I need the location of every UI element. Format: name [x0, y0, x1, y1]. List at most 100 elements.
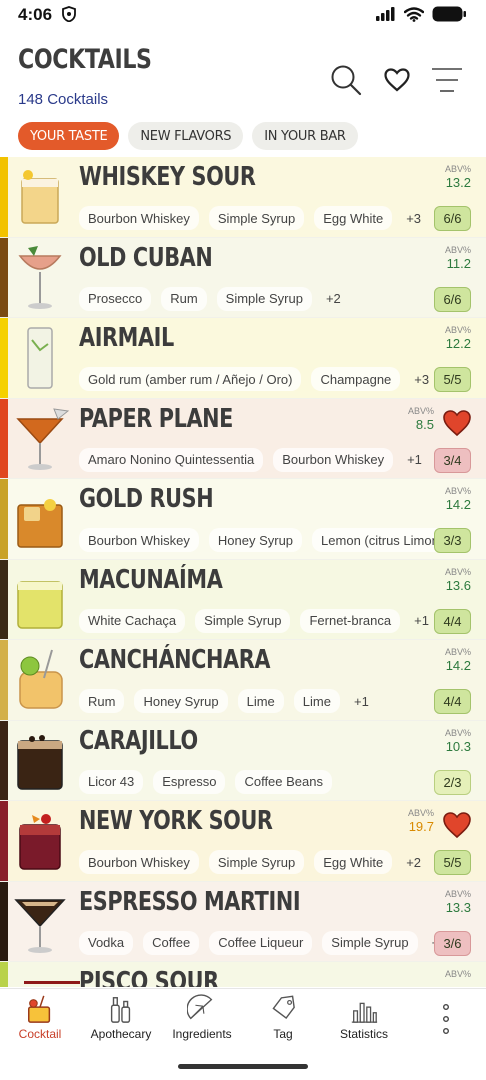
ingredient-tag[interactable]: Vodka [79, 930, 134, 955]
abv-label: ABV% [444, 888, 471, 899]
ingredient-tag[interactable]: Coffee [143, 930, 200, 955]
more-options-icon[interactable] [436, 1003, 456, 1037]
cocktail-name[interactable]: OLD CUBAN [79, 243, 213, 273]
cocktail-icon [28, 995, 51, 1023]
nav-tab-cocktail[interactable]: Cocktail [0, 989, 80, 1051]
abv-block: ABV% 19.7 [408, 808, 434, 834]
more-ingredients-count[interactable]: +3 [402, 206, 425, 230]
favorites-heart-icon[interactable] [384, 68, 410, 92]
abv-block: ABV% 14.2 [445, 647, 471, 673]
cocktail-list[interactable]: WHISKEY SOUR ABV% 13.2 Bourbon Whiskey Simpl… [0, 157, 486, 987]
ingredient-tag[interactable]: Amaro Nonino Quintessentia [79, 447, 264, 472]
more-ingredients-count[interactable]: +2 [322, 287, 345, 311]
cocktail-row[interactable]: CARAJILLO ABV% 10.3 Licor 43 Espresso Coffee … [0, 720, 486, 801]
category-color-band [0, 479, 8, 559]
ingredient-list: Licor 43 Espresso Coffee Beans [79, 769, 332, 794]
cocktail-image [10, 644, 70, 716]
cocktail-row[interactable]: AIRMAIL ABV% 12.2 Gold rum (amber rum / Añe… [0, 318, 486, 399]
cocktail-name[interactable]: AIRMAIL [79, 323, 174, 353]
favorite-heart-icon[interactable] [442, 409, 472, 437]
filter-chip-your-taste[interactable]: YOUR TASTE [18, 122, 120, 150]
cocktail-row[interactable]: GOLD RUSH ABV% 14.2 Bourbon Whiskey Honey Sy… [0, 479, 486, 560]
ingredient-tag[interactable]: Simple Syrup [195, 608, 291, 633]
ingredient-tag[interactable]: Coffee Liqueur [209, 930, 313, 955]
ingredient-tag[interactable]: Licor 43 [79, 769, 144, 794]
favorite-heart-icon[interactable] [442, 811, 472, 839]
cocktail-row[interactable]: OLD CUBAN ABV% 11.2 Prosecco Rum Simple Syrup… [0, 237, 486, 318]
ingredient-tag[interactable]: Lemon (citrus Limon) [312, 528, 453, 552]
more-ingredients-count[interactable]: +1 [410, 609, 433, 633]
header: COCKTAILS 148 Cocktails [0, 40, 486, 120]
cocktail-row[interactable]: ESPRESSO MARTINI ABV% 13.3 Vodka Coffee Coffe… [0, 881, 486, 962]
abv-value: 8.5 [415, 416, 434, 432]
nav-tab-tag[interactable]: Tag [243, 989, 323, 1051]
ingredient-tag[interactable]: Champagne [311, 367, 401, 391]
cocktail-row[interactable]: PAPER PLANE ABV% 8.5 Amaro Nonino Quintesse… [0, 398, 486, 479]
cocktail-row[interactable]: MACUNAÍMA ABV% 13.6 White Cachaça Simple Syr… [0, 559, 486, 640]
cocktail-image [10, 725, 70, 797]
ingredient-tag[interactable]: Lime [293, 689, 340, 713]
ingredient-tag[interactable]: Bourbon Whiskey [273, 447, 394, 472]
ingredient-tag[interactable]: Egg White [314, 850, 393, 874]
ingredient-tag[interactable]: Espresso [153, 769, 226, 794]
category-color-band [0, 962, 8, 987]
ingredient-tag[interactable]: Simple Syrup [216, 286, 312, 311]
cocktail-name[interactable]: CARAJILLO [79, 726, 198, 756]
cocktail-row[interactable]: NEW YORK SOUR ABV% 19.7 Bourbon Whiskey Simp… [0, 801, 486, 882]
cocktail-name[interactable]: PAPER PLANE [79, 404, 233, 434]
abv-block: ABV% 13.3 [445, 889, 471, 915]
abv-value: 13.6 [445, 577, 471, 593]
ingredient-tag[interactable]: Prosecco [79, 286, 152, 311]
abv-value: 13.2 [445, 175, 471, 190]
more-ingredients-count[interactable]: +1 [350, 689, 373, 713]
search-icon[interactable] [330, 64, 362, 96]
ingredient-tag[interactable]: Honey Syrup [134, 689, 228, 713]
nav-tab-statistics[interactable]: Statistics [324, 989, 404, 1051]
abv-value: 13.3 [445, 899, 471, 915]
ingredient-tag[interactable]: Simple Syrup [322, 930, 418, 955]
more-ingredients-count[interactable]: +2 [402, 850, 425, 874]
more-ingredients-count[interactable]: +3 [410, 367, 433, 391]
category-color-band [0, 398, 8, 478]
cocktail-name[interactable]: ESPRESSO MARTINI [79, 887, 301, 917]
ingredient-tag[interactable]: Fernet-branca [300, 608, 401, 633]
abv-label: ABV% [444, 647, 471, 657]
cocktail-image [10, 242, 70, 314]
category-color-band [0, 720, 8, 800]
filter-sort-icon[interactable] [432, 67, 462, 93]
ingredient-tag[interactable]: Simple Syrup [208, 206, 305, 230]
cocktail-name[interactable]: PISCO SOUR [79, 967, 219, 987]
cocktail-image [10, 886, 70, 958]
cocktail-name[interactable]: GOLD RUSH [79, 484, 214, 514]
nav-tab-ingredients[interactable]: Ingredients [162, 989, 242, 1051]
battery-icon [432, 6, 466, 22]
ingredient-tag[interactable]: White Cachaça [79, 608, 186, 633]
ingredient-tag[interactable]: Bourbon Whiskey [79, 850, 199, 874]
abv-value: 14.2 [445, 497, 471, 512]
cocktail-name[interactable]: CANCHÁNCHARA [79, 645, 270, 675]
cocktail-row[interactable]: CANCHÁNCHARA ABV% 14.2 Rum Honey Syrup Lime Li… [0, 640, 486, 721]
ingredient-tag[interactable]: Egg White [314, 206, 393, 230]
ingredient-tag[interactable]: Rum [79, 689, 125, 713]
cocktail-row[interactable]: WHISKEY SOUR ABV% 13.2 Bourbon Whiskey Simpl… [0, 157, 486, 238]
ingredient-list: VodkaCoffeeCoffee LiqueurSimple Syrup+2 [79, 930, 450, 955]
ingredient-tag[interactable]: Honey Syrup [208, 528, 303, 552]
ingredient-tag[interactable]: Simple Syrup [208, 850, 305, 874]
cocktail-name[interactable]: NEW YORK SOUR [79, 806, 273, 836]
ingredient-list: Bourbon Whiskey Honey Syrup Lemon (citrus … [79, 528, 453, 552]
ingredient-tag[interactable]: Coffee Beans [235, 769, 332, 794]
cocktail-name[interactable]: WHISKEY SOUR [79, 162, 256, 192]
ingredient-tag[interactable]: Rum [161, 286, 207, 311]
ingredient-match-badge: 3/6 [434, 930, 471, 956]
ingredient-tag[interactable]: Bourbon Whiskey [79, 206, 199, 230]
nav-tab-apothecary[interactable]: Apothecary [81, 989, 161, 1051]
ingredient-tag[interactable]: Lime [237, 689, 284, 713]
home-indicator [178, 1064, 308, 1069]
ingredient-tag[interactable]: Bourbon Whiskey [79, 528, 199, 552]
filter-chip-new-flavors[interactable]: NEW FLAVORS [128, 122, 244, 150]
abv-block: ABV% 10.3 [445, 728, 471, 754]
ingredient-tag[interactable]: Gold rum (amber rum / Añejo / Oro) [79, 367, 302, 391]
cocktail-name[interactable]: MACUNAÍMA [79, 565, 223, 595]
more-ingredients-count[interactable]: +1 [403, 448, 426, 472]
filter-chip-in-your-bar[interactable]: IN YOUR BAR [252, 122, 358, 150]
